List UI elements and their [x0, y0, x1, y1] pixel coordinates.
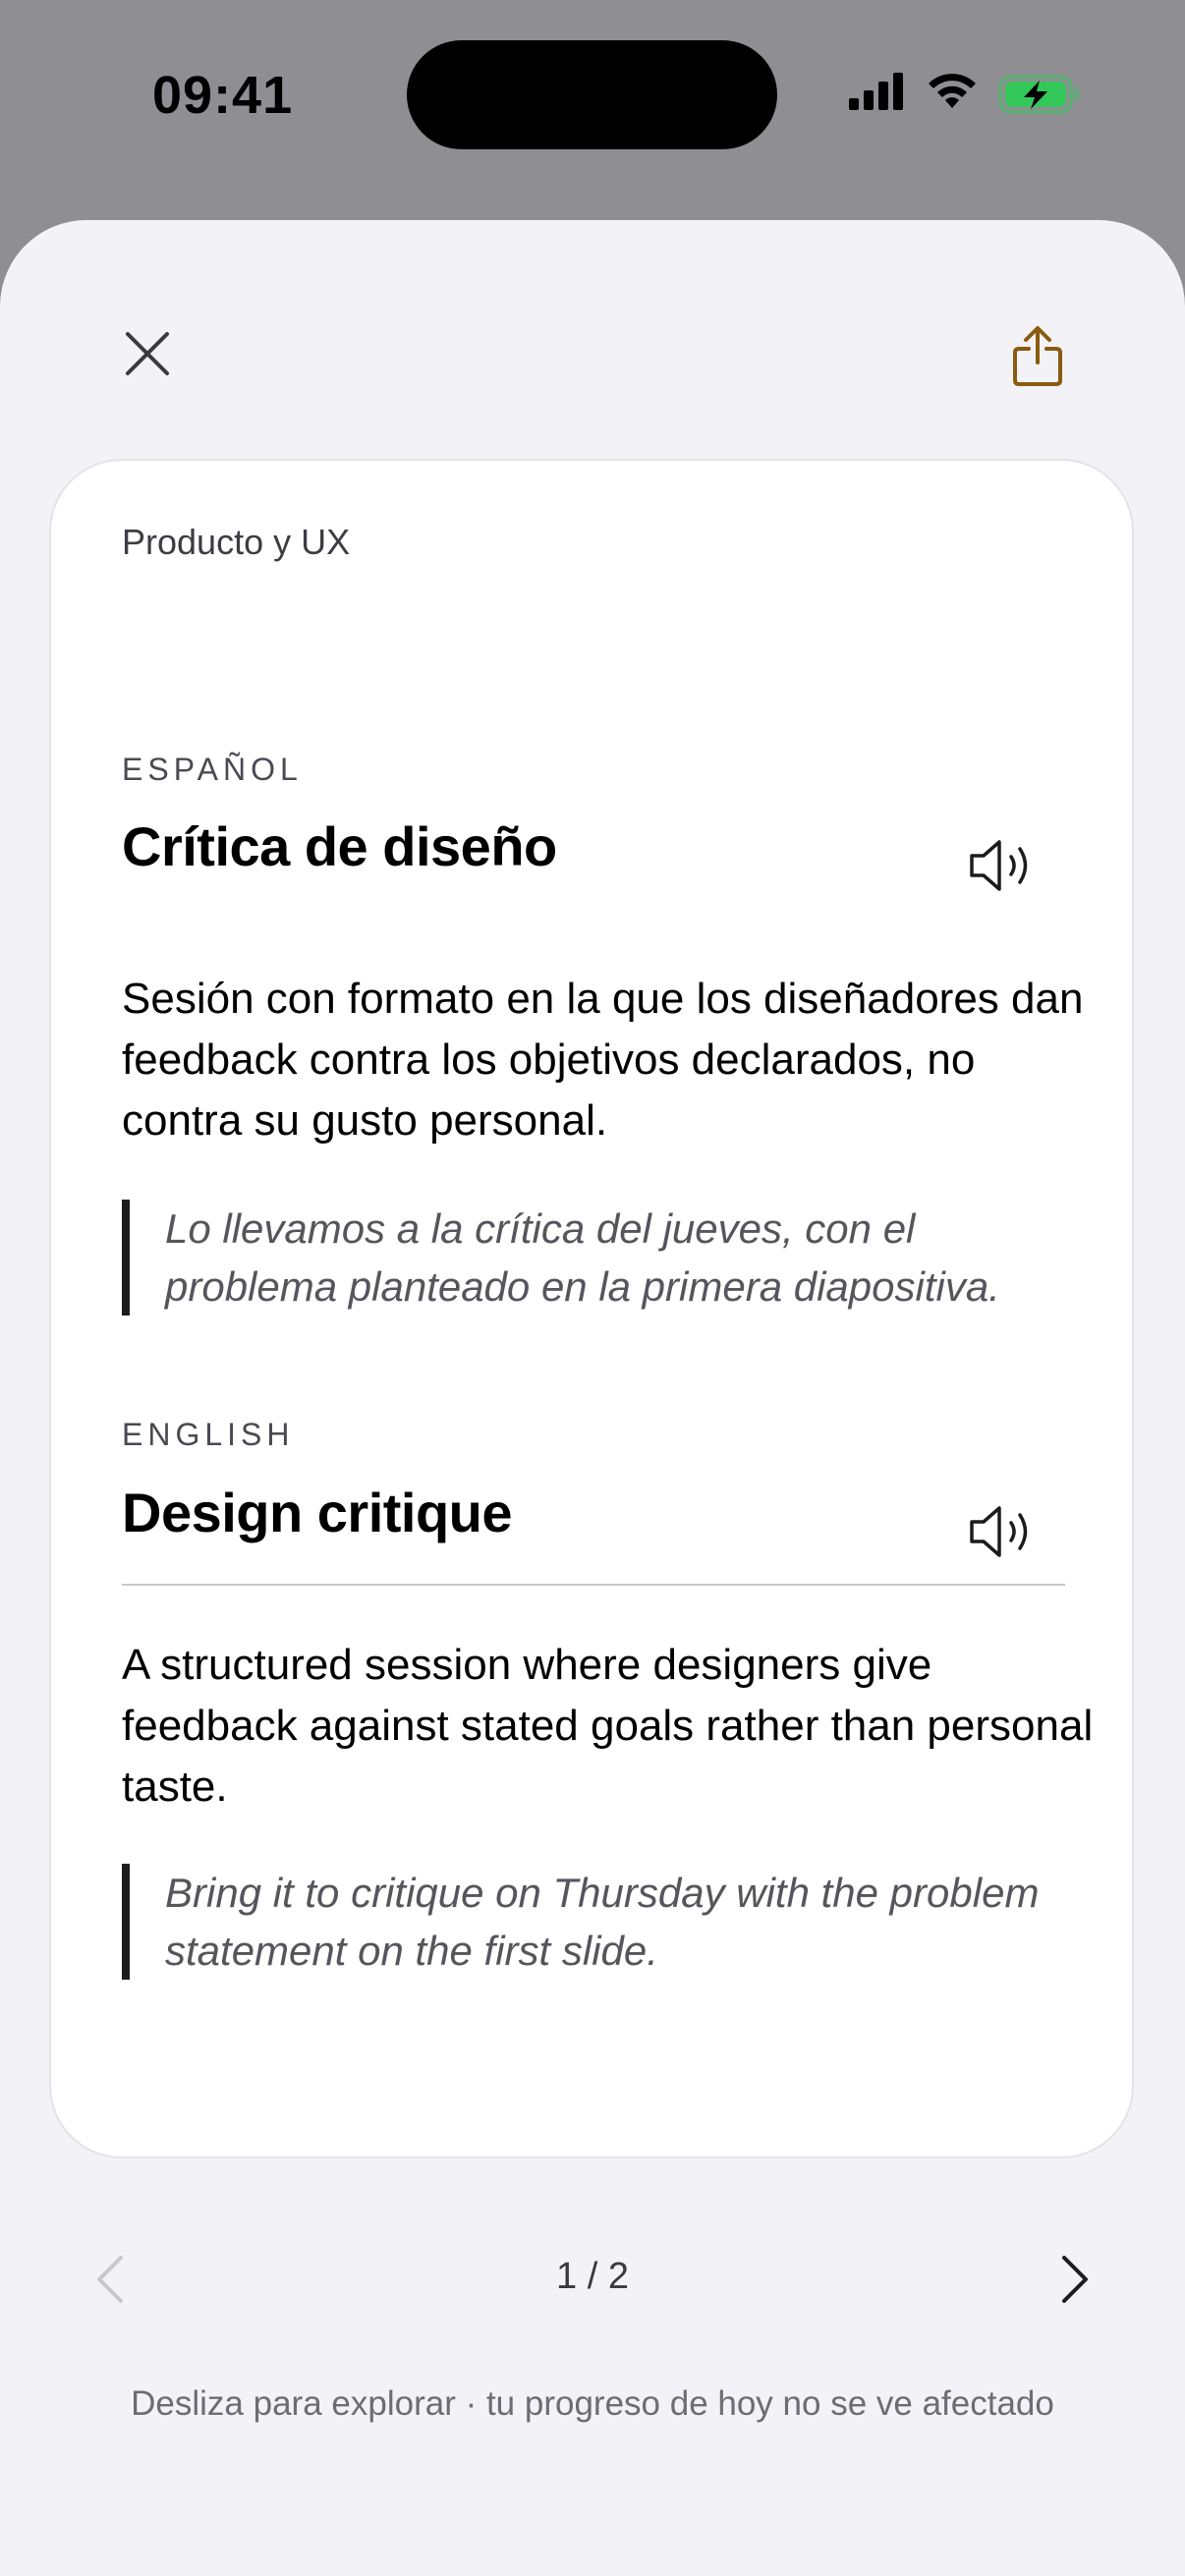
- page-indicator: 1 / 2: [556, 2256, 629, 2297]
- definition-spanish: Sesión con formato en la que los diseñad…: [122, 975, 1084, 1145]
- swipe-hint: Desliza para explorar · tu progreso de h…: [131, 2384, 1054, 2423]
- term-title-english: Design critique: [122, 1482, 513, 1543]
- language-label-english: ENGLISH: [122, 1417, 295, 1452]
- chevron-right-icon: [1062, 2256, 1088, 2303]
- wifi-icon: [929, 74, 976, 108]
- share-button[interactable]: [998, 314, 1077, 399]
- status-time: 09:41: [152, 66, 294, 125]
- term-title-spanish: Crítica de diseño: [122, 815, 557, 877]
- share-icon: [1013, 326, 1062, 386]
- cellular-signal-icon: [849, 73, 903, 110]
- battery-charging-icon: [998, 75, 1079, 114]
- category-label: Producto y UX: [122, 522, 351, 562]
- language-label-spanish: ESPAÑOL: [122, 752, 303, 787]
- example-spanish: Lo llevamos a la crítica del jueves, con…: [122, 1200, 1095, 1316]
- close-button[interactable]: [108, 314, 187, 393]
- term-card: Producto y UX ESPAÑOL Crítica de diseño …: [49, 459, 1134, 2158]
- speaker-icon-english[interactable]: [968, 1502, 1037, 1561]
- definition-english: A structured session where designers giv…: [122, 1641, 1094, 1811]
- status-bar: 09:41: [0, 0, 1185, 196]
- term-detail-sheet: Producto y UX ESPAÑOL Crítica de diseño …: [0, 220, 1185, 2576]
- next-button[interactable]: [1045, 2250, 1104, 2309]
- close-icon: [126, 332, 169, 375]
- example-english: Bring it to critique on Thursday with th…: [122, 1864, 1095, 1980]
- dynamic-island: [407, 40, 777, 149]
- section-divider: [122, 1584, 1065, 1586]
- speaker-icon-spanish[interactable]: [968, 836, 1037, 895]
